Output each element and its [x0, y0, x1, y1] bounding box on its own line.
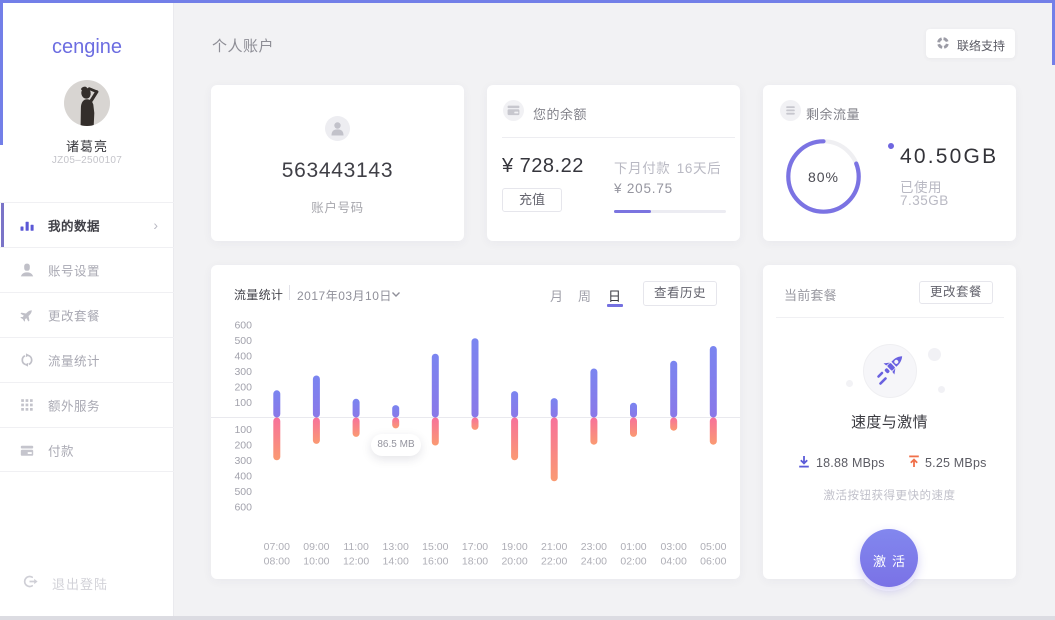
svg-text:04:00: 04:00 [661, 556, 687, 568]
svg-text:400: 400 [234, 351, 252, 363]
svg-text:14:00: 14:00 [383, 556, 409, 568]
svg-text:02:00: 02:00 [620, 556, 646, 568]
svg-text:13:00: 13:00 [383, 541, 409, 553]
svg-text:500: 500 [234, 486, 252, 498]
svg-text:08:00: 08:00 [264, 556, 290, 568]
svg-text:03:00: 03:00 [661, 541, 687, 553]
svg-text:400: 400 [234, 471, 252, 483]
svg-text:06:00: 06:00 [700, 556, 726, 568]
svg-text:300: 300 [234, 455, 252, 467]
svg-text:10:00: 10:00 [303, 556, 329, 568]
svg-text:19:00: 19:00 [501, 541, 527, 553]
svg-text:12:00: 12:00 [343, 556, 369, 568]
svg-text:23:00: 23:00 [581, 541, 607, 553]
svg-text:600: 600 [234, 502, 252, 514]
svg-text:100: 100 [234, 424, 252, 436]
svg-text:17:00: 17:00 [462, 541, 488, 553]
svg-text:11:00: 11:00 [343, 541, 369, 553]
svg-text:600: 600 [234, 320, 252, 332]
svg-text:22:00: 22:00 [541, 556, 567, 568]
svg-text:09:00: 09:00 [303, 541, 329, 553]
svg-text:300: 300 [234, 366, 252, 378]
svg-text:100: 100 [234, 397, 252, 409]
svg-text:21:00: 21:00 [541, 541, 567, 553]
svg-text:24:00: 24:00 [581, 556, 607, 568]
svg-text:05:00: 05:00 [700, 541, 726, 553]
svg-text:20:00: 20:00 [501, 556, 527, 568]
svg-text:500: 500 [234, 335, 252, 347]
svg-text:07:00: 07:00 [264, 541, 290, 553]
svg-text:16:00: 16:00 [422, 556, 448, 568]
svg-text:200: 200 [234, 440, 252, 452]
svg-text:01:00: 01:00 [620, 541, 646, 553]
svg-text:18:00: 18:00 [462, 556, 488, 568]
svg-text:200: 200 [234, 382, 252, 394]
svg-text:15:00: 15:00 [422, 541, 448, 553]
